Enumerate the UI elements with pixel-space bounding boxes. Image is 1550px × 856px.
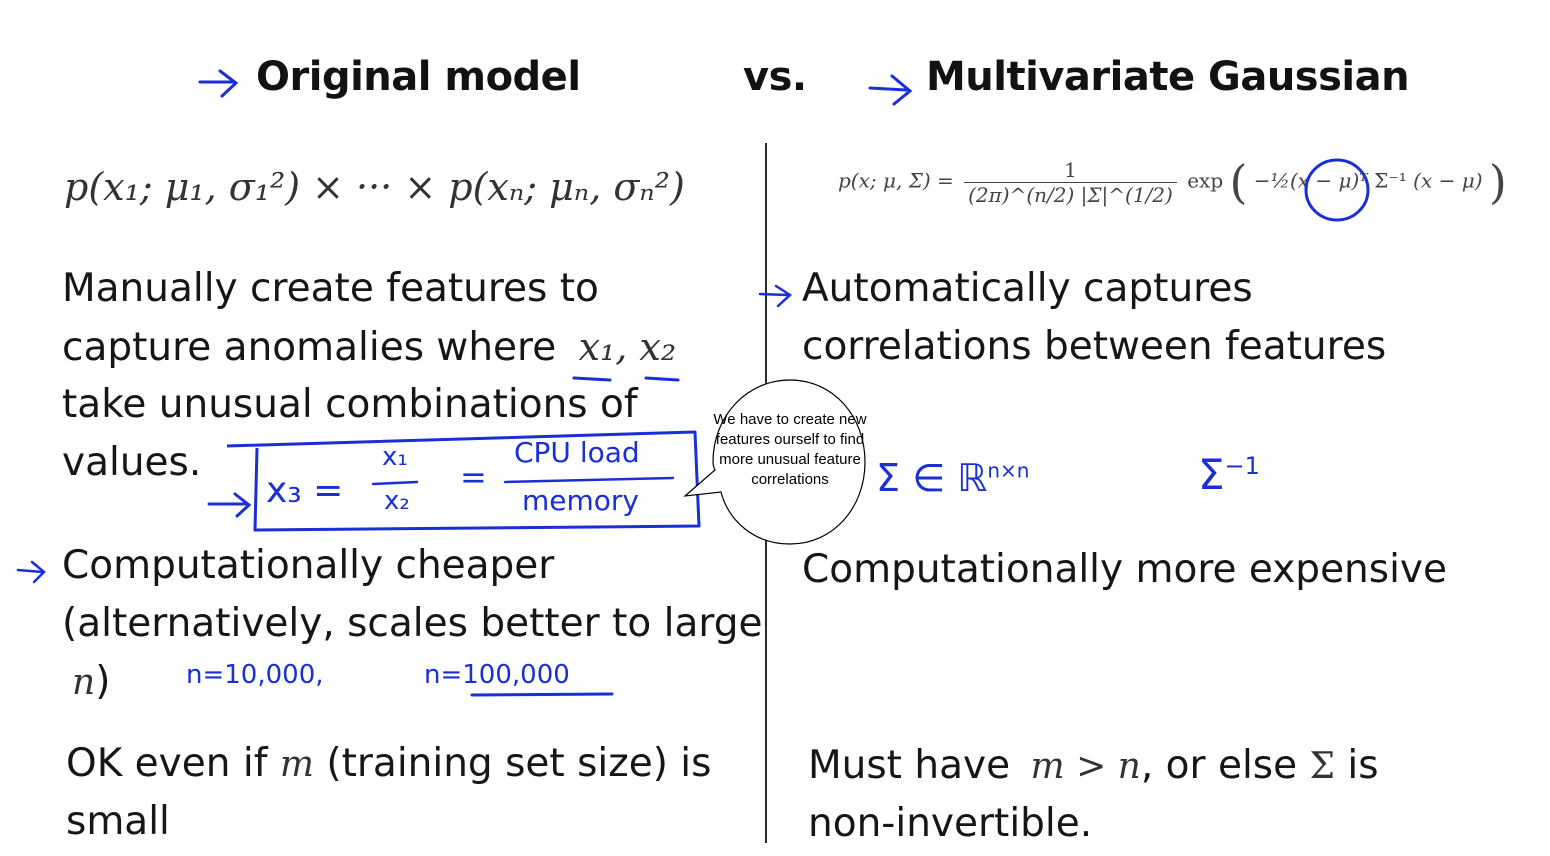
formula-sigma-inverse: Σ⁻¹ (1374, 168, 1407, 193)
title-multivariate-gaussian: Multivariate Gaussian (926, 54, 1410, 100)
manual-features-vars: x₁, x₂ (578, 325, 677, 369)
must-before: Must have (808, 743, 1011, 788)
memory-denominator: memory (522, 484, 639, 517)
sigma-dimension-text: Σ ∈ ℝ (876, 456, 988, 500)
small-m-line-1: OK even if m (training set size) is (66, 735, 711, 794)
speech-bubble-text: We have to create new features ourself t… (713, 411, 867, 488)
formula-exp: exp (1187, 168, 1224, 193)
x3-lhs: x₃ = (266, 470, 344, 511)
n-large-underline-annotation (470, 692, 614, 697)
sigma-inverse-sup: −1 (1224, 452, 1260, 480)
n-large-annotation: n=100,000 (424, 660, 570, 690)
manual-features-line-4: values. (62, 440, 202, 485)
must-end: is (1347, 743, 1379, 788)
auto-line-1: Automatically captures (802, 266, 1253, 311)
cheaper-line-3: n) (72, 653, 110, 712)
small-m-before: OK even if (66, 741, 268, 786)
small-m-after: (training set size) is (326, 741, 712, 786)
sigma-inverse-circle-annotation (1304, 158, 1370, 222)
must-math: m > n (1030, 746, 1141, 787)
title-original-model: Original model (256, 54, 581, 100)
cheaper-line-2: (alternatively, scales better to large (62, 601, 763, 646)
auto-line-2: correlations between features (802, 324, 1387, 369)
must-sigma: Σ (1309, 746, 1335, 787)
small-m-var: m (279, 744, 314, 785)
formula-lhs: p(x; μ, Σ) = (838, 168, 954, 193)
multivariate-gaussian-formula: p(x; μ, Σ) = 1 (2π)^(n/2) |Σ|^(1/2) exp … (838, 155, 1507, 209)
manual-features-line-1: Manually create features to (62, 266, 599, 311)
sigma-inverse-text: Σ (1198, 450, 1225, 499)
title-right-arrow-icon (868, 74, 913, 106)
title-vs: vs. (743, 54, 807, 100)
manual-features-line-2-text: capture anomalies where (62, 325, 557, 370)
manual-features-line-2: capture anomalies where x₁, x₂ (62, 318, 676, 377)
manual-features-line-3: take unusual combinations of (62, 382, 638, 427)
formula-inner-b: (x − μ) (1413, 168, 1483, 193)
sigma-dimension-annotation: Σ ∈ ℝn×n (876, 456, 1029, 500)
formula-close-paren: ) (1488, 155, 1507, 209)
sigma-dimension-sup: n×n (987, 458, 1030, 483)
sigma-inverse-annotation: Σ−1 (1198, 450, 1260, 499)
auto-arrow-icon (758, 284, 793, 308)
x3-numerator: x₁ (382, 442, 408, 472)
cpu-load-numerator: CPU load (514, 436, 640, 469)
formula-open-paren: ( (1229, 155, 1248, 209)
formula-fraction: 1 (2π)^(n/2) |Σ|^(1/2) (964, 158, 1177, 207)
small-m-line-2: small (66, 799, 170, 844)
x3-equals: = (460, 458, 487, 496)
original-model-formula: p(x₁; μ₁, σ₁²) × ··· × p(xₙ; μₙ, σₙ²) (64, 165, 685, 209)
formula-numerator: 1 (964, 158, 1177, 183)
must-have-line-2: non-invertible. (808, 801, 1093, 846)
n-small-annotation: n=10,000, (186, 660, 324, 690)
cheaper-close-paren: ) (95, 659, 111, 704)
cheaper-line-1: Computationally cheaper (62, 543, 555, 588)
must-have-line-1: Must have m > n, or else Σ is (808, 737, 1379, 796)
formula-denominator: (2π)^(n/2) |Σ|^(1/2) (968, 182, 1173, 207)
expensive-line: Computationally more expensive (802, 547, 1448, 592)
cheaper-var-n: n (72, 662, 96, 703)
x3-denominator: x₂ (384, 486, 410, 516)
must-after: , or else (1140, 743, 1298, 788)
title-left-arrow-icon (198, 69, 239, 98)
cheaper-arrow-icon (16, 560, 46, 584)
